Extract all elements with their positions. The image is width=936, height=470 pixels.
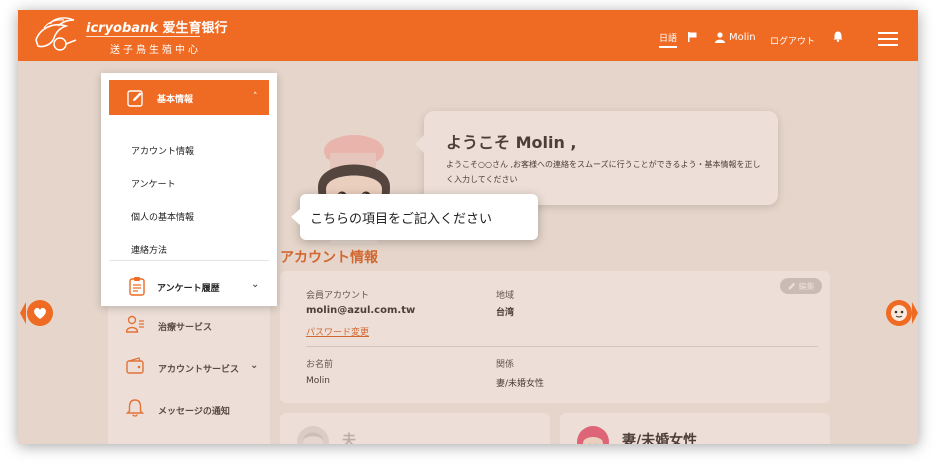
edit-note-icon <box>127 90 143 107</box>
menu-basic-info[interactable]: 基本情報 ˄ <box>109 80 269 115</box>
sidebar-item-survey-history[interactable]: アンケート履歴 <box>157 281 220 294</box>
brand-logo[interactable]: icryobank 爱生育银行 送子鳥生殖中心 <box>30 14 228 58</box>
chevron-down-icon[interactable]: ⌄ <box>251 279 259 290</box>
menu-basic-info-label: 基本情報 <box>157 95 194 105</box>
sidebar-item-contact[interactable]: 連絡方法 <box>131 243 167 256</box>
hamburger-menu-icon[interactable] <box>878 32 898 46</box>
logo-divider <box>86 36 200 37</box>
clipboard-icon <box>129 277 145 296</box>
menu-divider <box>109 260 269 261</box>
tutorial-tooltip: こちらの項目をご記入ください <box>291 194 538 240</box>
app-window: icryobank 爱生育银行 送子鳥生殖中心 日語 Molin ログアウト 治… <box>18 10 918 444</box>
chevron-up-icon: ˄ <box>253 92 258 102</box>
basic-info-menu-panel: 基本情報 ˄ アカウント情報 アンケート 個人の基本情報 連絡方法 アンケート履… <box>101 73 277 306</box>
heart-icon[interactable] <box>20 298 54 328</box>
user-icon <box>715 32 725 43</box>
tooltip-text: こちらの項目をご記入ください <box>310 212 493 227</box>
user-menu[interactable]: Molin <box>715 32 756 43</box>
logo-brand-text: icryobank 爱生育银行 <box>86 21 228 36</box>
logo-subtitle: 送子鳥生殖中心 <box>110 45 201 56</box>
user-name: Molin <box>729 32 756 43</box>
stork-logo-icon <box>35 17 77 51</box>
mascot-face-icon[interactable] <box>884 298 918 328</box>
sidebar-item-personal-info[interactable]: 個人の基本情報 <box>131 210 194 223</box>
sidebar-item-survey[interactable]: アンケート <box>131 177 176 190</box>
logout-link[interactable]: ログアウト <box>770 34 815 47</box>
bell-icon[interactable] <box>833 31 843 45</box>
language-switch[interactable]: 日語 <box>659 31 678 48</box>
flag-icon[interactable] <box>688 32 697 45</box>
sidebar-item-account-info[interactable]: アカウント情報 <box>131 144 194 157</box>
top-navigation-bar: icryobank 爱生育银行 送子鳥生殖中心 日語 Molin ログアウト <box>18 10 918 61</box>
